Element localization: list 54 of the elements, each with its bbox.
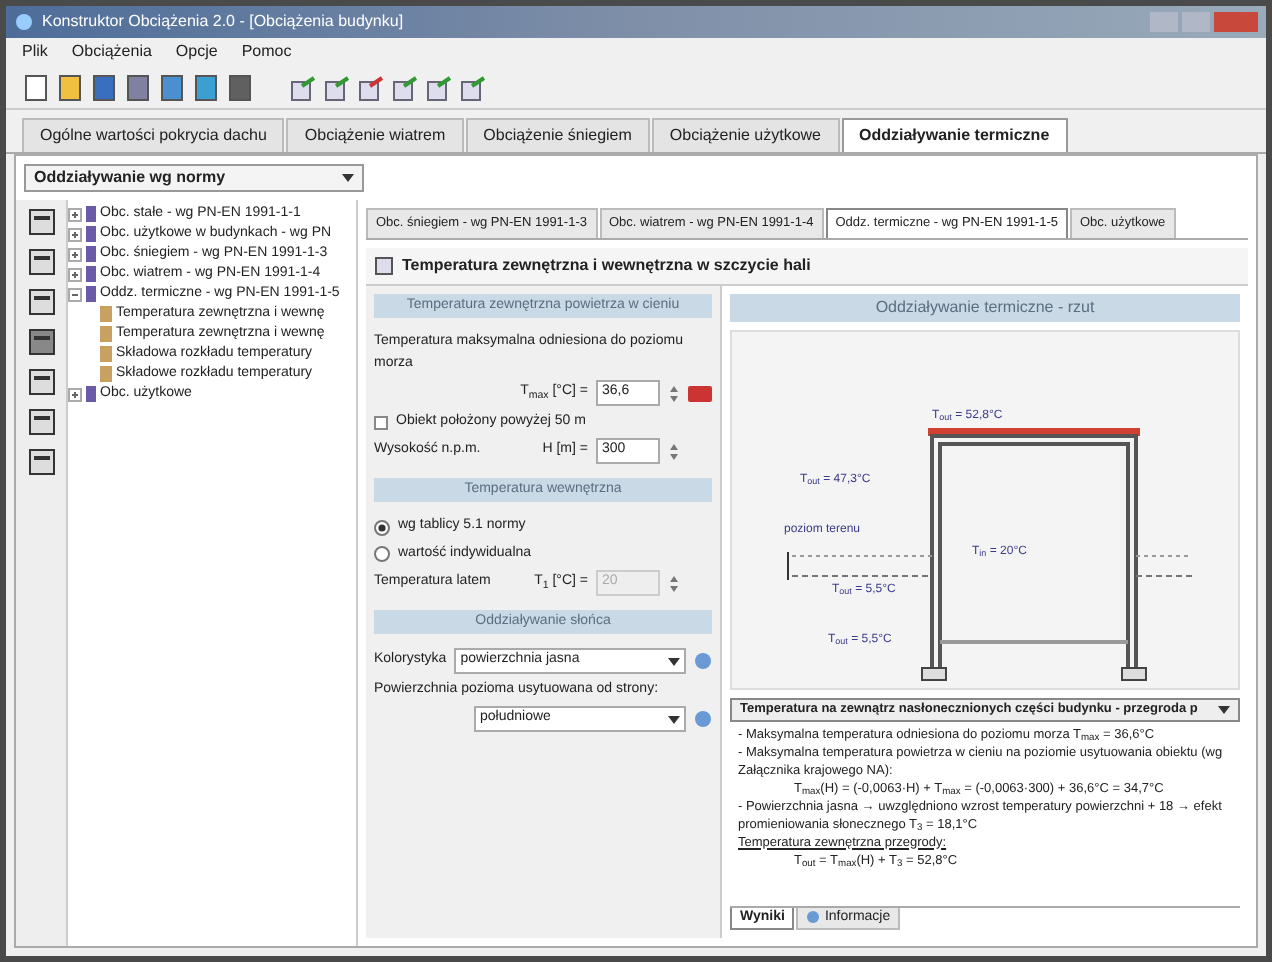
document-arrow-icon[interactable] <box>460 73 488 101</box>
expand-icon[interactable] <box>68 227 82 241</box>
toolbar-icon[interactable] <box>22 73 50 101</box>
section-header: Oddziaływanie termiczne - rzut <box>730 293 1240 322</box>
app-icon <box>14 12 34 32</box>
tab[interactable]: Obciążenie użytkowe <box>651 118 839 152</box>
menu-item[interactable]: Opcje <box>175 40 218 64</box>
caret-icon <box>668 715 680 723</box>
radio-button[interactable] <box>374 519 390 535</box>
toolbar-icon[interactable] <box>226 73 254 101</box>
panel-title: Temperatura zewnętrzna i wewnętrzna w szczycie hali <box>402 253 811 278</box>
norm-dropdown[interactable]: Oddziaływanie wg normy <box>24 164 364 192</box>
menu-item[interactable]: Plik <box>22 40 48 64</box>
tab[interactable]: Oddziaływanie termiczne <box>841 118 1068 152</box>
sidebar-icon[interactable] <box>27 408 55 436</box>
toolbar-icon[interactable] <box>90 73 118 101</box>
form-icon <box>374 255 394 276</box>
expand-icon[interactable] <box>68 267 82 281</box>
menu-item[interactable]: Obciążenia <box>71 40 152 64</box>
document-arrow-icon[interactable] <box>392 73 420 101</box>
expand-icon[interactable] <box>68 207 82 221</box>
sidebar-icon[interactable] <box>27 368 55 396</box>
caret-icon <box>342 174 354 182</box>
toolbar-icon[interactable] <box>124 73 152 101</box>
sidebar-icon[interactable] <box>27 208 55 236</box>
toolbar-icon[interactable] <box>56 73 84 101</box>
checkbox[interactable] <box>374 415 388 429</box>
info-icon[interactable] <box>694 710 712 728</box>
sidebar-icon[interactable] <box>27 328 55 356</box>
radio-button[interactable] <box>374 546 390 562</box>
sidebar-icon[interactable] <box>27 248 55 276</box>
document-arrow-icon[interactable] <box>324 73 352 101</box>
sidebar-icon[interactable] <box>27 288 55 316</box>
expand-icon[interactable] <box>68 387 82 401</box>
collapse-icon[interactable] <box>68 287 82 301</box>
document-arrow-icon[interactable] <box>290 73 318 101</box>
toolbar-icon[interactable] <box>192 73 220 101</box>
tab[interactable]: Obciążenie wiatrem <box>286 118 464 152</box>
tab[interactable]: Ogólne wartości pokrycia dachu <box>22 118 285 152</box>
window-title: Konstruktor Obciążenia 2.0 - [Obciążenia budynku] <box>42 10 404 34</box>
menu-item[interactable]: Pomoc <box>241 40 292 64</box>
spin-arrows-icon[interactable] <box>668 441 680 461</box>
document-arrow-icon[interactable] <box>358 73 386 101</box>
caret-icon <box>668 657 680 665</box>
spin-arrows-icon[interactable] <box>668 573 680 593</box>
toolbar-icon[interactable] <box>158 73 186 101</box>
info-icon[interactable] <box>694 652 712 670</box>
sidebar-icon[interactable] <box>27 448 55 476</box>
info-icon <box>806 910 821 925</box>
document-arrow-icon[interactable] <box>426 73 454 101</box>
caret-icon <box>1218 705 1230 714</box>
tab[interactable]: Obciążenie śniegiem <box>465 118 650 152</box>
expand-icon[interactable] <box>68 247 82 261</box>
spin-arrows-icon[interactable] <box>668 383 680 403</box>
